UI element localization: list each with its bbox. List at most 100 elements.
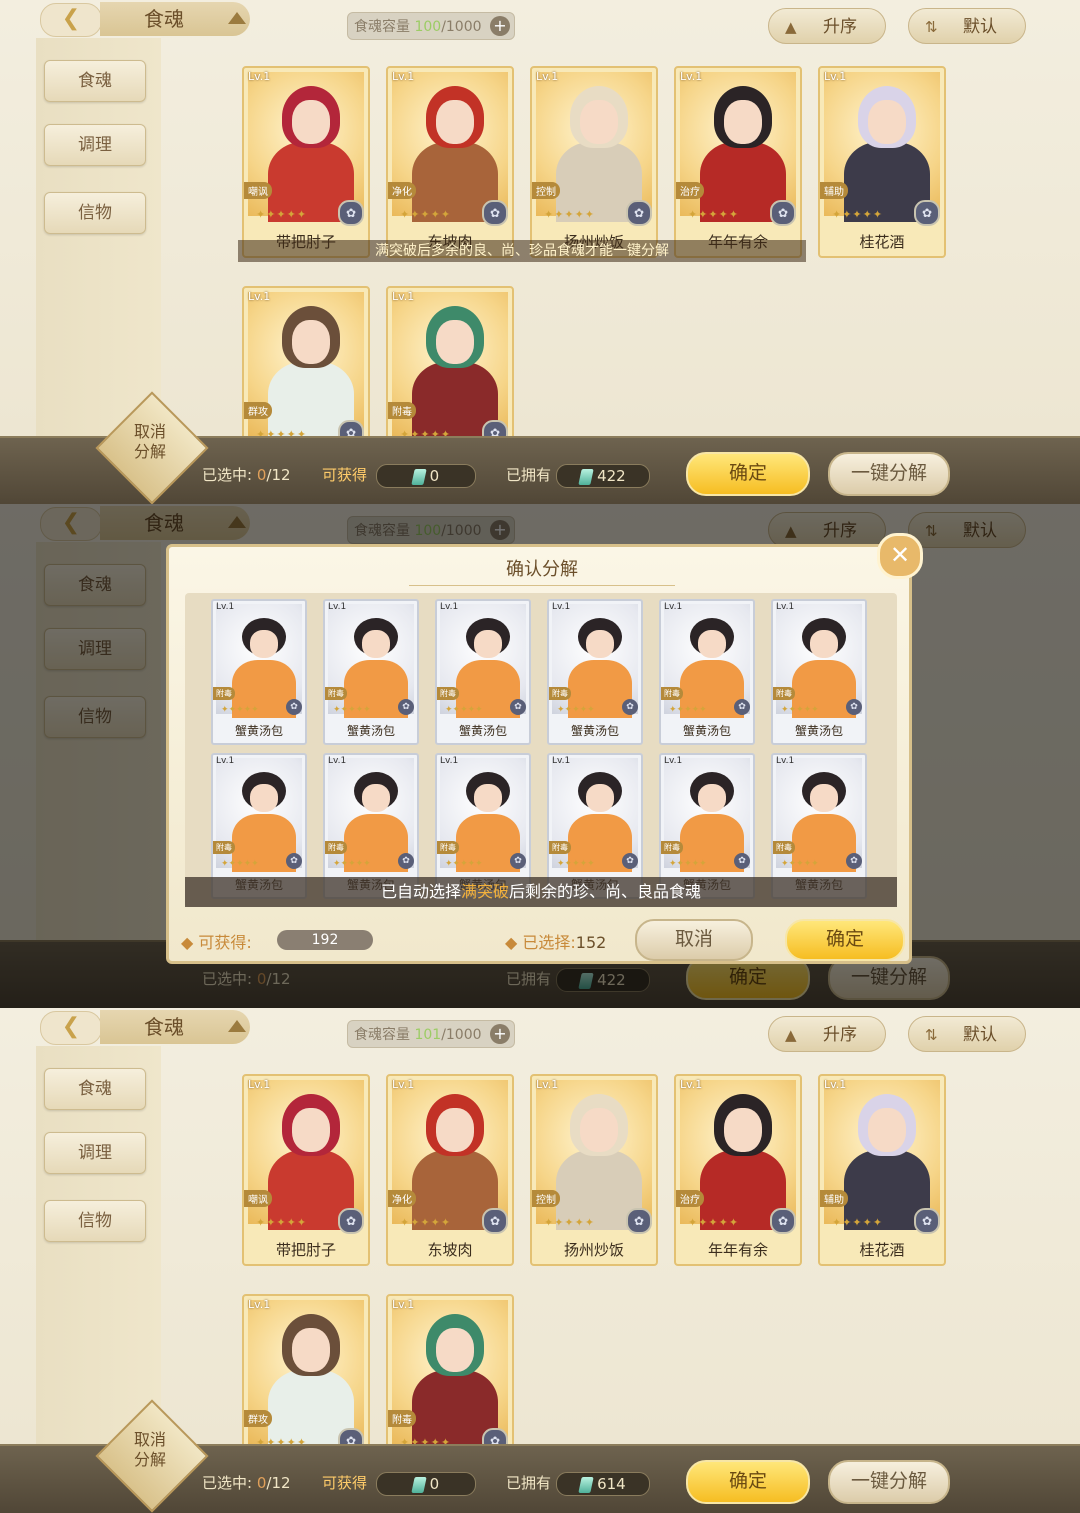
decompose-card[interactable]: Lv.1 附毒 ✦✦✦✦✦ ✿蟹黄汤包 [771, 599, 867, 745]
cancel-decompose-line1: 取消 [133, 422, 166, 441]
decompose-card[interactable]: Lv.1 附毒 ✦✦✦✦✦ ✿蟹黄汤包 [435, 599, 531, 745]
confirm-button[interactable]: 确定 [686, 1460, 810, 1504]
one-key-decompose-button[interactable]: 一键分解 [828, 452, 950, 496]
card-level: Lv.1 [536, 70, 559, 83]
gain-value: 0 [429, 467, 440, 485]
food-soul-card[interactable]: Lv.1嘲讽✦✦✦✦✦✿带把肘子 [242, 66, 370, 258]
mini-level: Lv.1 [552, 602, 571, 612]
mini-figure-face [698, 784, 726, 812]
sort-asc-button[interactable]: ▲ 升序 [768, 1016, 886, 1052]
mini-stars: ✦✦✦✦✦ [669, 859, 707, 869]
food-soul-card[interactable]: Lv.1净化✦✦✦✦✦✿东坡肉 [386, 1074, 514, 1266]
card-figure-face [436, 320, 474, 364]
food-soul-card[interactable]: Lv.1 辅助 ✦✦✦✦✦ ✿ 桂花酒 [818, 1074, 946, 1266]
dialog-gain-text: 可获得: [198, 933, 252, 952]
dialog-title: 确认分解 [409, 555, 675, 586]
food-soul-card[interactable]: Lv.1治疗✦✦✦✦✦✿年年有余 [674, 66, 802, 258]
mini-level: Lv.1 [664, 756, 683, 766]
mini-stars: ✦✦✦✦✦ [669, 705, 707, 715]
crystal-icon [578, 468, 594, 485]
sort-asc-button[interactable]: ▲ 升序 [768, 8, 886, 44]
mini-stars: ✦✦✦✦✦ [781, 859, 819, 869]
food-soul-card[interactable]: Lv.1治疗✦✦✦✦✦✿年年有余 [674, 1074, 802, 1266]
food-soul-card[interactable]: Lv.1控制✦✦✦✦✦✿扬州炒饭 [530, 66, 658, 258]
selected-total: /12 [266, 466, 291, 484]
card-level: Lv.1 [392, 70, 415, 83]
food-soul-card[interactable]: Lv.1控制✦✦✦✦✦✿扬州炒饭 [530, 1074, 658, 1266]
gain-label: 可获得 [322, 466, 368, 484]
sidebar-item-token[interactable]: 信物 [44, 192, 146, 234]
mini-role-badge: 附毒 [437, 841, 459, 854]
decompose-card[interactable]: Lv.1 附毒 ✦✦✦✦✦ ✿蟹黄汤包 [211, 599, 307, 745]
card-stars: ✦✦✦✦✦ [256, 1216, 308, 1229]
mini-level: Lv.1 [664, 602, 683, 612]
mini-level: Lv.1 [552, 756, 571, 766]
food-soul-card[interactable]: Lv.1净化✦✦✦✦✦✿东坡肉 [386, 66, 514, 258]
card-role-badge: 附毒 [388, 1410, 416, 1427]
sort-default-button[interactable]: ⇅ 默认 [908, 8, 1026, 44]
sidebar-item-soul[interactable]: 食魂 [44, 60, 146, 102]
close-icon[interactable]: ✕ [877, 533, 923, 579]
card-stars: ✦✦✦✦✦ [544, 208, 596, 221]
food-soul-card[interactable]: Lv.1嘲讽✦✦✦✦✦✿带把肘子 [242, 1074, 370, 1266]
sidebar-item-cook[interactable]: 调理 [44, 124, 146, 166]
gear-icon: ✿ [622, 699, 638, 715]
food-soul-card[interactable]: Lv.1 辅助 ✦✦✦✦✦ ✿ 桂花酒 [818, 66, 946, 258]
sidebar-item-token[interactable]: 信物 [44, 1200, 146, 1242]
card-level: Lv.1 [248, 290, 271, 303]
capacity-current: 100 [414, 19, 442, 35]
card-stars: ✦✦✦✦✦ [256, 208, 308, 221]
dialog-confirm-button[interactable]: 确定 [785, 919, 905, 961]
sort-default-button[interactable]: ⇅ 默认 [908, 1016, 1026, 1052]
dialog-selected-value: 152 [575, 933, 607, 952]
sidebar-item-soul[interactable]: 食魂 [44, 1068, 146, 1110]
dialog-selected-label: 已选择: [522, 933, 576, 952]
card-stars: ✦✦✦✦✦ [544, 1216, 596, 1229]
mini-role-badge: 附毒 [325, 687, 347, 700]
back-arrow-icon[interactable]: ❮ [40, 3, 102, 37]
decompose-card[interactable]: Lv.1 附毒 ✦✦✦✦✦ ✿蟹黄汤包 [659, 599, 755, 745]
card-figure-face [580, 1108, 618, 1152]
mini-name: 蟹黄汤包 [458, 724, 507, 738]
dialog-cancel-button[interactable]: 取消 [635, 919, 753, 961]
mini-stars: ✦✦✦✦✦ [445, 705, 483, 715]
mini-stars: ✦✦✦✦✦ [557, 705, 595, 715]
gear-icon: ✿ [398, 699, 414, 715]
card-name: 桂花酒 [859, 233, 905, 251]
selected-count: 已选中: 0/12 [202, 1472, 291, 1493]
dialog-gain-pill: 192 [277, 930, 373, 950]
one-key-decompose-button[interactable]: 一键分解 [828, 1460, 950, 1504]
back-arrow-icon[interactable]: ❮ [40, 1011, 102, 1045]
decompose-card[interactable]: Lv.1 附毒 ✦✦✦✦✦ ✿蟹黄汤包 [547, 599, 643, 745]
dialog-card-grid: Lv.1 附毒 ✦✦✦✦✦ ✿ 蟹黄汤包 Lv.1 附毒 ✦✦✦✦✦ ✿ 蟹黄汤包 Lv.1 附毒 ✦✦… [185, 593, 897, 907]
capacity-indicator: 食魂容量 101/1000 + [347, 1020, 515, 1048]
swap-icon: ⇅ [925, 18, 938, 36]
confirm-decompose-dialog: 确认分解 ✕ Lv.1 附毒 ✦✦✦✦✦ ✿ 蟹黄汤包 Lv.1 附毒 ✦✦✦✦✦ ✿ 蟹黄汤包 L… [166, 533, 923, 964]
gear-icon: ✿ [770, 1208, 796, 1234]
mini-role-badge: 附毒 [213, 687, 235, 700]
card-figure-face [580, 100, 618, 144]
capacity-label: 食魂容量 [354, 1027, 410, 1043]
card-role-badge: 治疗 [676, 1190, 704, 1207]
sort-default-label: 默认 [963, 1025, 997, 1045]
card-role-badge: 嘲讽 [244, 182, 272, 199]
confirm-button[interactable]: 确定 [686, 452, 810, 496]
capacity-current: 101 [414, 1027, 442, 1043]
sort-asc-label: 升序 [823, 1025, 857, 1045]
card-figure-face [292, 1328, 330, 1372]
card-role-badge: 控制 [532, 182, 560, 199]
triangle-up-icon: ▲ [785, 1026, 797, 1044]
gear-icon: ✿ [626, 200, 652, 226]
cancel-decompose-label: 取消 分解 [112, 1430, 188, 1470]
sidebar-item-cook[interactable]: 调理 [44, 1132, 146, 1174]
mini-name: 蟹黄汤包 [346, 724, 395, 738]
hint-banner: 满突破后多余的良、尚、珍品食魂才能一键分解 [238, 240, 806, 262]
mini-role-badge: 附毒 [213, 841, 235, 854]
decompose-card[interactable]: Lv.1 附毒 ✦✦✦✦✦ ✿蟹黄汤包 [323, 599, 419, 745]
selected-label: 已选中: [202, 466, 253, 484]
triangle-up-icon: ▲ [785, 18, 797, 36]
sidebar: 食魂 调理 信物 [36, 38, 161, 458]
plus-icon[interactable]: + [490, 1024, 510, 1044]
owned-pill: 614 [556, 1472, 650, 1496]
plus-icon[interactable]: + [490, 16, 510, 36]
